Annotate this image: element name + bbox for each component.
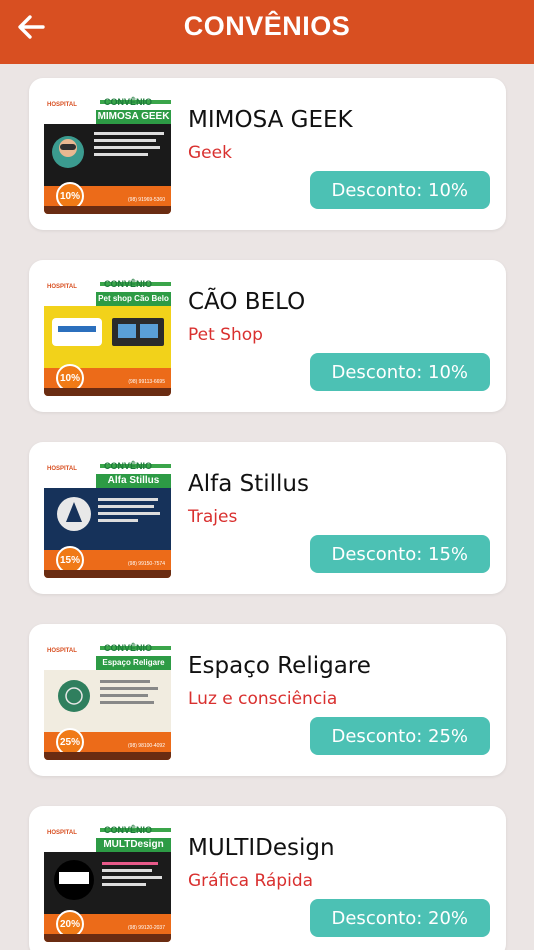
app-header: CONVÊNIOS [0,0,534,64]
convenio-card[interactable]: HOSPITAL CONVÊNIO Pet shop Cão Belo 10% … [29,260,506,412]
convenio-card[interactable]: HOSPITAL CONVÊNIO Alfa Stillus 15% (98) … [29,442,506,594]
convenio-name: MIMOSA GEEK [188,107,353,133]
convenio-card[interactable]: HOSPITAL CONVÊNIO MIMOSA GEEK 10% (98) 9… [29,78,506,230]
convenio-category: Geek [188,143,232,163]
convenio-thumbnail: HOSPITAL CONVÊNIO Espaço Religare 25% (9… [44,640,171,760]
convenio-name: Espaço Religare [188,653,371,679]
convenio-category: Pet Shop [188,325,263,345]
discount-button[interactable]: Desconto: 25% [309,717,490,755]
brand-logo: HOSPITAL [47,648,77,654]
convenio-card[interactable]: HOSPITAL CONVÊNIO MULTDesign 20% (98) 99… [29,806,506,950]
convenio-thumbnail: HOSPITAL CONVÊNIO MIMOSA GEEK 10% (98) 9… [44,94,171,214]
discount-button[interactable]: Desconto: 15% [309,535,490,573]
convenio-name: CÃO BELO [188,289,306,315]
discount-button[interactable]: Desconto: 10% [309,353,490,391]
convenio-thumbnail: HOSPITAL CONVÊNIO Pet shop Cão Belo 10% … [44,276,171,396]
page-title: CONVÊNIOS [183,10,351,41]
brand-logo: HOSPITAL [47,466,77,472]
convenio-category: Gráfica Rápida [188,871,314,891]
brand-logo: HOSPITAL [47,284,77,290]
convenio-name: MULTIDesign [188,835,335,861]
arrow-left-icon [18,15,45,39]
convenio-category: Trajes [188,507,238,527]
brand-logo: HOSPITAL [47,102,77,108]
convenio-card[interactable]: HOSPITAL CONVÊNIO Espaço Religare 25% (9… [29,624,506,776]
convenio-thumbnail: HOSPITAL CONVÊNIO MULTDesign 20% (98) 99… [44,822,171,942]
back-button[interactable] [14,10,48,44]
brand-logo: HOSPITAL [47,830,77,836]
convenio-name: Alfa Stillus [188,471,309,497]
discount-button[interactable]: Desconto: 10% [309,171,490,209]
convenio-thumbnail: HOSPITAL CONVÊNIO Alfa Stillus 15% (98) … [44,458,171,578]
convenio-category: Luz e consciência [188,689,338,709]
discount-button[interactable]: Desconto: 20% [309,899,490,937]
